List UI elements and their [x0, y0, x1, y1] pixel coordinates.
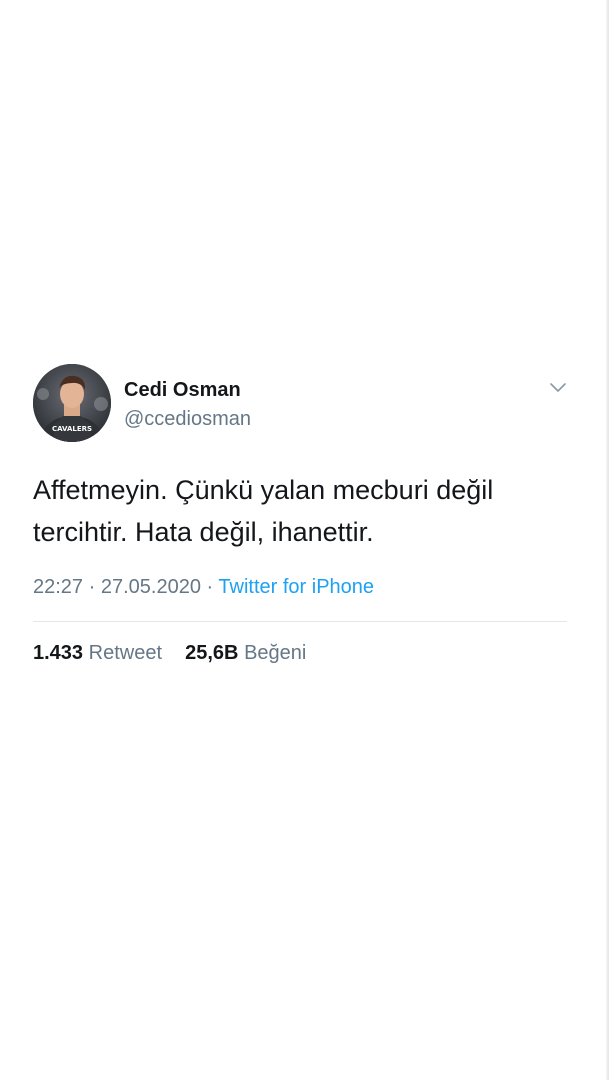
meta-separator: ·	[206, 576, 214, 598]
avatar-image: CAVALERS	[33, 364, 111, 442]
tweet-meta: 22:27 · 27.05.2020 · Twitter for iPhone	[33, 575, 567, 599]
author-handle[interactable]: @ccediosman	[124, 407, 251, 431]
tweet-header: CAVALERS Cedi Osman @ccediosman	[33, 364, 567, 444]
tweet-card: CAVALERS Cedi Osman @ccediosman Affetmey…	[33, 364, 567, 665]
retweets-stat[interactable]: 1.433 Retweet	[33, 642, 168, 664]
retweets-count: 1.433	[33, 642, 84, 664]
likes-stat[interactable]: 25,6B Beğeni	[185, 642, 306, 664]
author-display-name[interactable]: Cedi Osman	[124, 378, 251, 402]
avatar[interactable]: CAVALERS	[33, 364, 111, 442]
retweets-label: Retweet	[88, 642, 162, 664]
author-names[interactable]: Cedi Osman @ccediosman	[124, 378, 251, 431]
divider	[33, 621, 567, 622]
likes-label: Beğeni	[244, 642, 307, 664]
tweet-stats: 1.433 Retweet 25,6B Beğeni	[33, 641, 567, 665]
tweet-date: 27.05.2020	[100, 576, 201, 598]
avatar-jersey-text: CAVALERS	[52, 425, 92, 433]
tweet-page: CAVALERS Cedi Osman @ccediosman Affetmey…	[0, 0, 609, 1080]
likes-count: 25,6B	[185, 642, 239, 664]
tweet-source-link[interactable]: Twitter for iPhone	[218, 576, 374, 598]
tweet-text: Affetmeyin. Çünkü yalan mecburi değil te…	[33, 475, 494, 547]
chevron-down-icon[interactable]	[549, 380, 567, 394]
tweet-time: 22:27	[33, 576, 84, 598]
meta-separator: ·	[88, 576, 96, 598]
